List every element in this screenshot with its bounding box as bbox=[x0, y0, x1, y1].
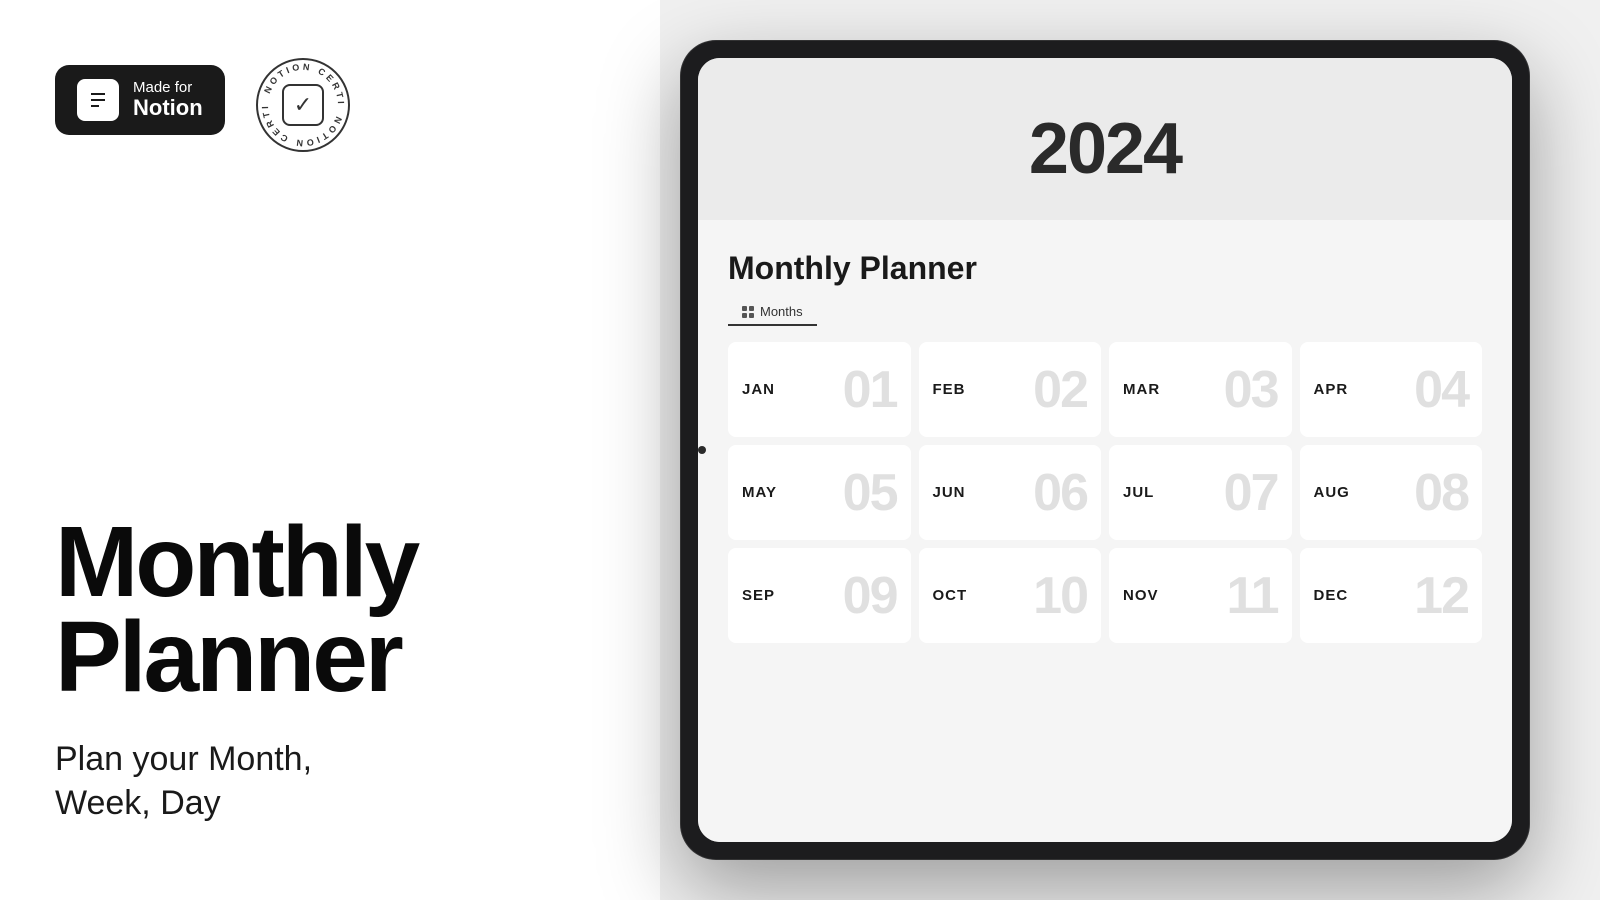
month-number: 09 bbox=[843, 570, 897, 622]
right-panel: 2024 Monthly Planner Months bbox=[660, 0, 1600, 900]
month-cell-aug[interactable]: AUG 08 bbox=[1300, 445, 1483, 540]
left-panel: Made for Notion NOTION CERTIFIED NOTION … bbox=[0, 0, 660, 900]
title-line2: Planner bbox=[55, 610, 605, 705]
badges-row: Made for Notion NOTION CERTIFIED NOTION … bbox=[55, 55, 605, 145]
month-number: 06 bbox=[1033, 467, 1087, 519]
month-number: 11 bbox=[1227, 570, 1278, 622]
grid-icon bbox=[742, 306, 754, 318]
month-name: DEC bbox=[1314, 587, 1349, 604]
tablet-content: Monthly Planner Months JAN 01 FEB 02 bbox=[698, 220, 1512, 842]
made-for-notion-text: Made for Notion bbox=[133, 80, 203, 121]
notion-icon bbox=[77, 79, 119, 121]
month-number: 02 bbox=[1033, 364, 1087, 416]
certified-badge: NOTION CERTIFIED NOTION CERTIFIED ✓ bbox=[253, 55, 343, 145]
month-cell-sep[interactable]: SEP 09 bbox=[728, 548, 911, 643]
tablet-screen: 2024 Monthly Planner Months bbox=[698, 58, 1512, 842]
month-cell-dec[interactable]: DEC 12 bbox=[1300, 548, 1483, 643]
month-name: OCT bbox=[933, 587, 968, 604]
month-number: 10 bbox=[1033, 570, 1087, 622]
month-name: MAY bbox=[742, 484, 777, 501]
months-grid: JAN 01 FEB 02 MAR 03 APR 04 MAY 05 JUN 0… bbox=[728, 342, 1482, 643]
main-title: Monthly Planner bbox=[55, 515, 605, 705]
month-number: 12 bbox=[1414, 570, 1468, 622]
month-name: MAR bbox=[1123, 381, 1160, 398]
made-for-notion-badge: Made for Notion bbox=[55, 65, 225, 135]
month-name: APR bbox=[1314, 381, 1349, 398]
month-cell-jul[interactable]: JUL 07 bbox=[1109, 445, 1292, 540]
made-for-label: Made for bbox=[133, 80, 203, 97]
month-number: 03 bbox=[1224, 364, 1278, 416]
months-tab-bar: Months bbox=[728, 299, 1482, 326]
month-cell-nov[interactable]: NOV 11 bbox=[1109, 548, 1292, 643]
month-number: 08 bbox=[1414, 467, 1468, 519]
month-number: 01 bbox=[843, 364, 897, 416]
month-cell-apr[interactable]: APR 04 bbox=[1300, 342, 1483, 437]
month-cell-mar[interactable]: MAR 03 bbox=[1109, 342, 1292, 437]
tablet-camera bbox=[698, 446, 706, 454]
svg-text:✓: ✓ bbox=[293, 92, 311, 117]
notion-label: Notion bbox=[133, 96, 203, 120]
month-name: SEP bbox=[742, 587, 775, 604]
month-name: JUN bbox=[933, 484, 966, 501]
month-number: 04 bbox=[1414, 364, 1468, 416]
main-heading: Monthly Planner Plan your Month,Week, Da… bbox=[55, 515, 605, 825]
months-tab[interactable]: Months bbox=[728, 299, 817, 326]
month-number: 07 bbox=[1224, 467, 1278, 519]
tablet-device: 2024 Monthly Planner Months bbox=[680, 40, 1530, 860]
month-name: AUG bbox=[1314, 484, 1350, 501]
month-cell-oct[interactable]: OCT 10 bbox=[919, 548, 1102, 643]
months-tab-label: Months bbox=[760, 304, 803, 319]
tablet-header: 2024 bbox=[698, 58, 1512, 220]
month-cell-may[interactable]: MAY 05 bbox=[728, 445, 911, 540]
month-name: NOV bbox=[1123, 587, 1159, 604]
month-cell-feb[interactable]: FEB 02 bbox=[919, 342, 1102, 437]
title-line1: Monthly bbox=[55, 515, 605, 610]
year-display: 2024 bbox=[738, 108, 1472, 190]
month-number: 05 bbox=[843, 467, 897, 519]
tablet-wrapper: 2024 Monthly Planner Months bbox=[680, 40, 1530, 860]
month-name: FEB bbox=[933, 381, 966, 398]
month-cell-jan[interactable]: JAN 01 bbox=[728, 342, 911, 437]
month-name: JUL bbox=[1123, 484, 1154, 501]
main-subtitle: Plan your Month,Week, Day bbox=[55, 737, 605, 825]
planner-section-title: Monthly Planner bbox=[728, 250, 1482, 287]
month-cell-jun[interactable]: JUN 06 bbox=[919, 445, 1102, 540]
month-name: JAN bbox=[742, 381, 775, 398]
